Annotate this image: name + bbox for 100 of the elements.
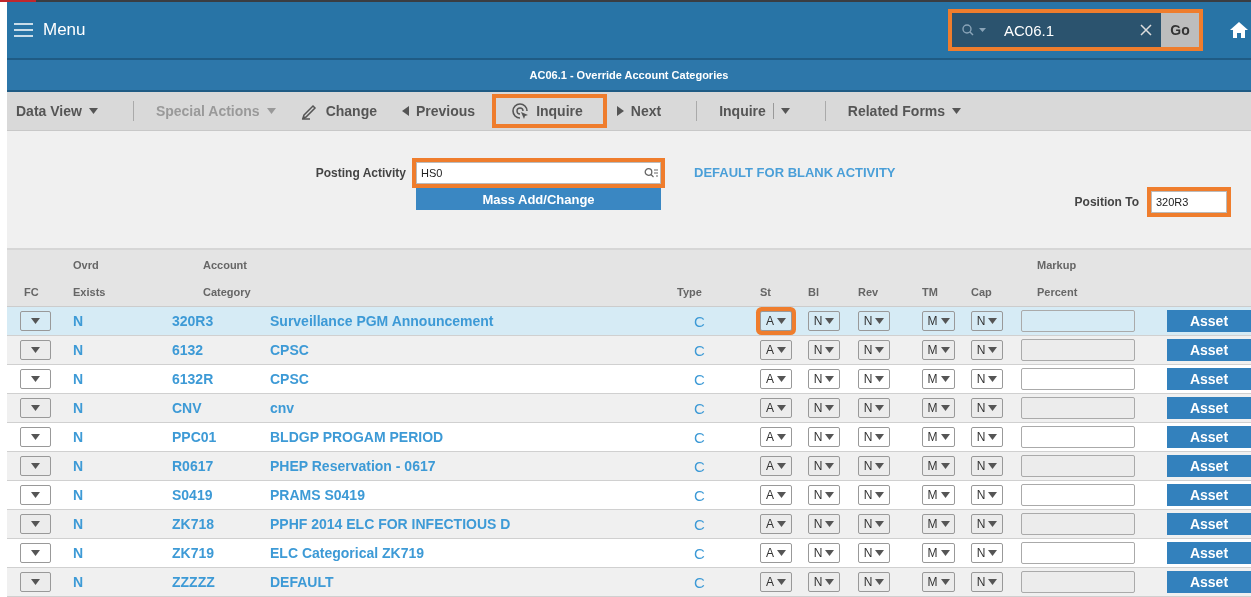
- rev-select[interactable]: N: [858, 485, 890, 505]
- cap-select[interactable]: N: [971, 369, 1003, 389]
- rev-select[interactable]: N: [858, 456, 890, 476]
- bl-select[interactable]: N: [808, 369, 840, 389]
- markup-field[interactable]: [1021, 484, 1135, 506]
- bl-select[interactable]: N: [808, 398, 840, 418]
- tm-select[interactable]: M: [922, 514, 955, 534]
- asset-button[interactable]: Asset: [1167, 397, 1251, 419]
- bl-select[interactable]: N: [808, 340, 840, 360]
- tm-select[interactable]: M: [922, 572, 955, 592]
- tm-select[interactable]: M: [922, 485, 955, 505]
- tm-select[interactable]: M: [922, 369, 955, 389]
- table-row[interactable]: N PPC01 BLDGP PROGAM PERIOD C A N N M N Asset: [7, 423, 1251, 452]
- bl-select[interactable]: N: [808, 456, 840, 476]
- menu-button[interactable]: Menu: [14, 20, 86, 40]
- rev-select[interactable]: N: [858, 311, 890, 331]
- table-row[interactable]: N ZK719 ELC Categorical ZK719 C A N N M N Asset: [7, 539, 1251, 568]
- asset-button[interactable]: Asset: [1167, 571, 1251, 593]
- previous-button[interactable]: Previous: [402, 96, 489, 126]
- markup-field[interactable]: [1021, 368, 1135, 390]
- rev-select[interactable]: N: [858, 340, 890, 360]
- asset-button[interactable]: Asset: [1167, 310, 1251, 332]
- fc-select[interactable]: [20, 427, 51, 447]
- fc-select[interactable]: [20, 398, 51, 418]
- markup-field[interactable]: [1021, 397, 1135, 419]
- tm-select[interactable]: M: [922, 543, 955, 563]
- asset-button[interactable]: Asset: [1167, 542, 1251, 564]
- change-button[interactable]: Change: [300, 96, 390, 126]
- close-icon[interactable]: [1140, 24, 1152, 36]
- position-to-field[interactable]: 320R3: [1151, 190, 1227, 213]
- status-select[interactable]: A: [760, 572, 792, 592]
- fc-select[interactable]: [20, 340, 51, 360]
- toolbar-dropdown[interactable]: Related Forms: [847, 96, 975, 126]
- table-row[interactable]: N 6132 CPSC C A N N M N Asset: [7, 336, 1251, 365]
- inquire-split-button[interactable]: Inquire: [719, 96, 803, 126]
- posting-activity-field[interactable]: HS0: [416, 161, 661, 184]
- asset-button[interactable]: Asset: [1167, 426, 1251, 448]
- tm-select[interactable]: M: [922, 311, 955, 331]
- fc-select[interactable]: [20, 572, 51, 592]
- tm-select[interactable]: M: [922, 340, 955, 360]
- tm-select[interactable]: M: [922, 456, 955, 476]
- mass-add-change-button[interactable]: Mass Add/Change: [416, 188, 661, 210]
- rev-select[interactable]: N: [858, 369, 890, 389]
- fc-select[interactable]: [20, 456, 51, 476]
- bl-select[interactable]: N: [808, 543, 840, 563]
- cap-select[interactable]: N: [971, 427, 1003, 447]
- bl-select[interactable]: N: [808, 572, 840, 592]
- next-button[interactable]: Next: [616, 96, 675, 126]
- cap-select[interactable]: N: [971, 572, 1003, 592]
- table-row[interactable]: N S0419 PRAMS S0419 C A N N M N Asset: [7, 481, 1251, 510]
- bl-select[interactable]: N: [808, 311, 840, 331]
- tm-select[interactable]: M: [922, 427, 955, 447]
- home-icon[interactable]: [1229, 21, 1249, 39]
- table-row[interactable]: N ZK718 PPHF 2014 ELC FOR INFECTIOUS D C A N N M N Asset: [7, 510, 1251, 539]
- fc-select[interactable]: [20, 369, 51, 389]
- cap-select[interactable]: N: [971, 340, 1003, 360]
- rev-select[interactable]: N: [858, 398, 890, 418]
- table-row[interactable]: N CNV cnv C A N N M N Asset: [7, 394, 1251, 423]
- status-select[interactable]: A: [760, 340, 792, 360]
- fc-select[interactable]: [20, 485, 51, 505]
- asset-button[interactable]: Asset: [1167, 368, 1251, 390]
- status-select[interactable]: A: [760, 485, 792, 505]
- cap-select[interactable]: N: [971, 311, 1003, 331]
- markup-field[interactable]: [1021, 339, 1135, 361]
- markup-field[interactable]: [1021, 571, 1135, 593]
- asset-button[interactable]: Asset: [1167, 339, 1251, 361]
- tm-select[interactable]: M: [922, 398, 955, 418]
- cap-select[interactable]: N: [971, 514, 1003, 534]
- asset-button[interactable]: Asset: [1167, 484, 1251, 506]
- markup-field[interactable]: [1021, 513, 1135, 535]
- markup-field[interactable]: [1021, 455, 1135, 477]
- rev-select[interactable]: N: [858, 543, 890, 563]
- status-select[interactable]: A: [760, 427, 792, 447]
- asset-button[interactable]: Asset: [1167, 455, 1251, 477]
- table-row[interactable]: N 320R3 Surveillance PGM Announcement C A N N M N Asset: [7, 307, 1251, 336]
- cap-select[interactable]: N: [971, 398, 1003, 418]
- bl-select[interactable]: N: [808, 485, 840, 505]
- search-list-icon[interactable]: [644, 166, 658, 179]
- status-select[interactable]: A: [760, 514, 792, 534]
- toolbar-dropdown[interactable]: Data View: [16, 96, 111, 126]
- fc-select[interactable]: [20, 311, 51, 331]
- bl-select[interactable]: N: [808, 514, 840, 534]
- cap-select[interactable]: N: [971, 543, 1003, 563]
- cap-select[interactable]: N: [971, 456, 1003, 476]
- rev-select[interactable]: N: [858, 514, 890, 534]
- fc-select[interactable]: [20, 543, 51, 563]
- rev-select[interactable]: N: [858, 427, 890, 447]
- cap-select[interactable]: N: [971, 485, 1003, 505]
- rev-select[interactable]: N: [858, 572, 890, 592]
- table-row[interactable]: N ZZZZZ DEFAULT C A N N M N Asset: [7, 568, 1251, 597]
- markup-field[interactable]: [1021, 426, 1135, 448]
- bl-select[interactable]: N: [808, 427, 840, 447]
- table-row[interactable]: N R0617 PHEP Reservation - 0617 C A N N M N Asset: [7, 452, 1251, 481]
- go-button[interactable]: Go: [1161, 13, 1199, 47]
- status-select[interactable]: A: [760, 369, 792, 389]
- status-select[interactable]: A: [760, 543, 792, 563]
- inquire-button[interactable]: Inquire: [494, 96, 605, 126]
- markup-field[interactable]: [1021, 310, 1135, 332]
- status-select[interactable]: A: [760, 398, 792, 418]
- asset-button[interactable]: Asset: [1167, 513, 1251, 535]
